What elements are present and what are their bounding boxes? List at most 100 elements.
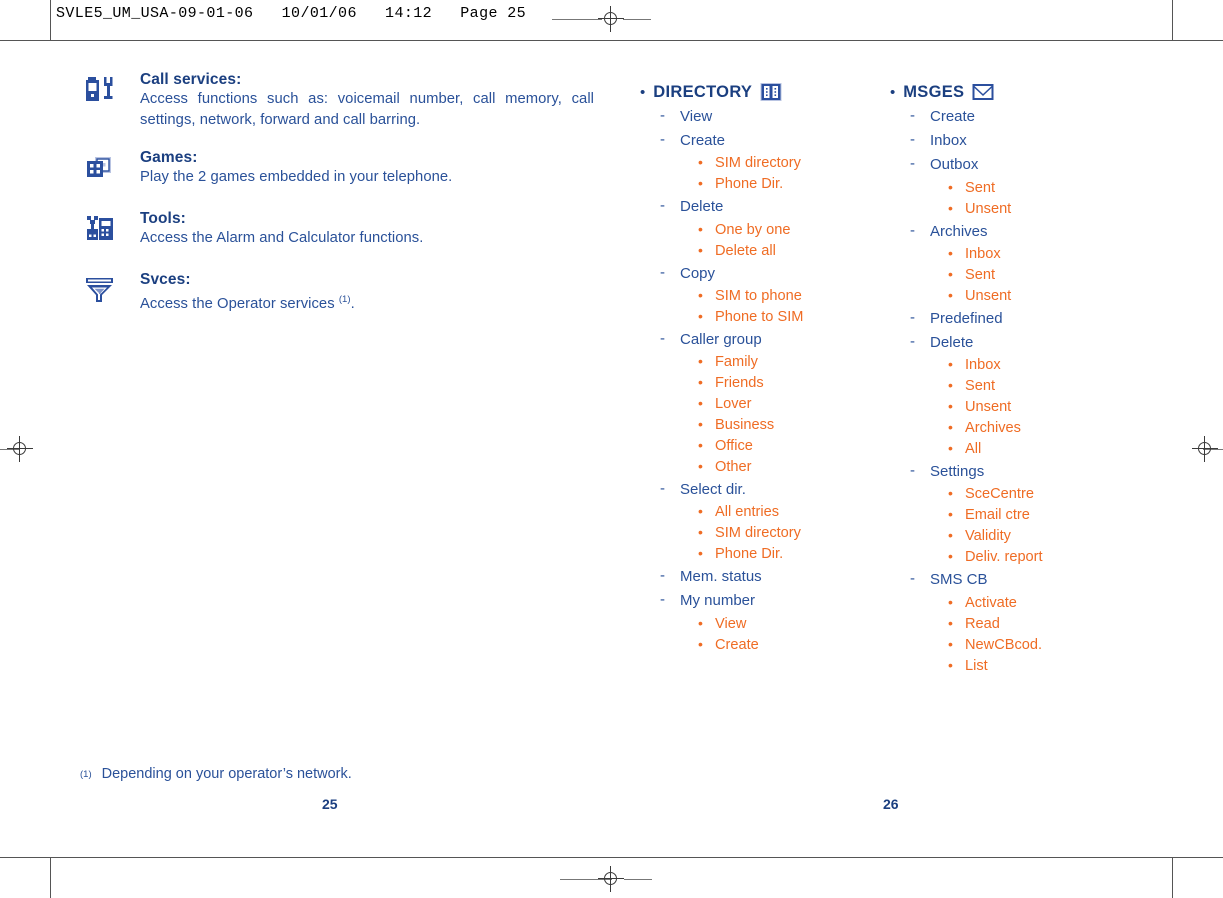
envelope-icon [971, 82, 995, 102]
dot-bullet-icon: • [948, 614, 953, 631]
menu-item-level3[interactable]: • NewCBcod. [948, 635, 1150, 656]
menu-item-label: Deliv. report [965, 549, 1043, 566]
menu-item-label: Sent [965, 266, 996, 283]
menu-item-level3[interactable]: • Friends [698, 373, 890, 394]
dot-bullet-icon: • [698, 614, 703, 631]
dot-bullet-icon: • [698, 416, 703, 433]
menu-item-level2[interactable]: - View [660, 105, 890, 129]
feature-body: Access the Alarm and Calculator function… [140, 230, 424, 246]
menu-item-label: List [965, 657, 988, 674]
menu-item-level3[interactable]: • Other [698, 457, 890, 478]
menu-item-level3[interactable]: • Delete all [698, 241, 890, 262]
menu-item-level2[interactable]: - Create • SIM directory • Phone Dir. [660, 129, 890, 195]
menu-item-level3[interactable]: • List [948, 656, 1150, 677]
dash-bullet-icon: - [660, 567, 665, 585]
menu-item-level3[interactable]: • SIM directory [698, 153, 890, 174]
menu-item-level3[interactable]: • Phone Dir. [698, 544, 890, 565]
menu-item-level3[interactable]: • Sent [948, 376, 1150, 397]
crop-rule-bottom-right [624, 879, 652, 880]
menu-item-label: Other [715, 459, 752, 476]
menu-item-level2[interactable]: - Archives • Inbox • Sent • Unsent [910, 220, 1150, 307]
menu-item-label: View [715, 615, 747, 632]
directory-menu-list: - View - Create • SIM directory • Phone Dir. - De… [640, 105, 890, 656]
menu-item-level2[interactable]: - Mem. status [660, 565, 890, 589]
submenu-list: • View • Create [680, 614, 890, 656]
menu-item-level3[interactable]: • Family [698, 352, 890, 373]
phone-tools-icon [84, 74, 118, 108]
menu-item-level3[interactable]: • Unsent [948, 397, 1150, 418]
menu-item-label: SceCentre [965, 486, 1034, 503]
menu-item-label: Office [715, 438, 753, 455]
dot-bullet-icon: • [948, 548, 953, 565]
dot-bullet-icon: • [948, 199, 953, 216]
menu-item-level2[interactable]: - My number • View • Create [660, 589, 890, 655]
trim-line-bottom [0, 857, 1223, 858]
menu-item-level2[interactable]: - Delete • One by one • Delete all [660, 195, 890, 261]
menu-item-level3[interactable]: • View [698, 614, 890, 635]
menu-item-level3[interactable]: • Deliv. report [948, 547, 1150, 568]
menu-item-level3[interactable]: • Create [698, 635, 890, 656]
menu-item-level3[interactable]: • SIM directory [698, 523, 890, 544]
menu-item-level3[interactable]: • One by one [698, 220, 890, 241]
menu-item-level2[interactable]: - Inbox [910, 129, 1150, 153]
menu-item-label: Delete [930, 334, 974, 352]
menu-item-level3[interactable]: • Unsent [948, 199, 1150, 220]
menu-item-level3[interactable]: • Sent [948, 178, 1150, 199]
menu-item-level2[interactable]: - Select dir. • All entries • SIM directory • P… [660, 478, 890, 565]
menu-item-label: Business [715, 417, 775, 434]
dot-bullet-icon: • [948, 398, 953, 415]
menu-item-level3[interactable]: • Activate [948, 593, 1150, 614]
dash-bullet-icon: - [660, 197, 665, 215]
dot-bullet-icon: • [948, 485, 953, 502]
feature-body: Access the Operator services (1). [140, 289, 594, 315]
dot-bullet-icon: • [698, 154, 703, 171]
menu-item-level3[interactable]: • Phone Dir. [698, 174, 890, 195]
menu-item-level2[interactable]: - Settings • SceCentre • Email ctre • Validity •… [910, 460, 1150, 568]
menu-item-level3[interactable]: • Email ctre [948, 505, 1150, 526]
dot-bullet-icon: • [698, 307, 703, 324]
menu-item-level2[interactable]: - Delete • Inbox • Sent • Unsent • Archives • All [910, 331, 1150, 460]
menu-item-level3[interactable]: • Read [948, 614, 1150, 635]
submenu-list: • One by one • Delete all [680, 220, 890, 262]
menu-item-level3[interactable]: • Sent [948, 265, 1150, 286]
registration-mark-right [1192, 436, 1218, 462]
dash-bullet-icon: - [910, 308, 915, 326]
menu-item-level3[interactable]: • Inbox [948, 244, 1150, 265]
footnote-reference: (1) [338, 294, 351, 305]
menu-item-level2[interactable]: - Caller group • Family • Friends • Lover • Busin… [660, 328, 890, 478]
menu-item-level3[interactable]: • Lover [698, 394, 890, 415]
feature-svces: Svces: Access the Operator services (1). [84, 270, 594, 315]
menu-item-level3[interactable]: • Archives [948, 418, 1150, 439]
menu-item-level3[interactable]: • All [948, 439, 1150, 460]
menu-item-level2[interactable]: - Predefined [910, 307, 1150, 331]
crop-rule-top-right [623, 19, 651, 20]
footnote-marker: (1) [80, 769, 92, 780]
menu-item-level3[interactable]: • Inbox [948, 355, 1150, 376]
menu-item-level2[interactable]: - Create [910, 105, 1150, 129]
menu-item-level3[interactable]: • SceCentre [948, 484, 1150, 505]
feature-tools: Tools: Access the Alarm and Calculator f… [84, 209, 594, 253]
menu-item-level2[interactable]: - Copy • SIM to phone • Phone to SIM [660, 262, 890, 328]
menu-item-level3[interactable]: • Office [698, 436, 890, 457]
menu-item-level3[interactable]: • Phone to SIM [698, 307, 890, 328]
menu-item-level3[interactable]: • Business [698, 415, 890, 436]
submenu-list: • SIM to phone • Phone to SIM [680, 286, 890, 328]
menu-item-level2[interactable]: - Outbox • Sent • Unsent [910, 153, 1150, 219]
dot-bullet-icon: • [948, 286, 953, 303]
menu-item-level3[interactable]: • All entries [698, 502, 890, 523]
menu-item-level3[interactable]: • Validity [948, 526, 1150, 547]
menu-item-label: Phone to SIM [715, 308, 804, 325]
messages-menu-column: • MSGES - Create - Inbox - Outbox • Sent • Unsent… [890, 82, 1150, 677]
menu-item-label: Copy [680, 264, 716, 282]
menu-item-level3[interactable]: • Unsent [948, 286, 1150, 307]
submenu-list: • SceCentre • Email ctre • Validity • Deliv. re… [930, 484, 1150, 568]
menu-item-level2[interactable]: - SMS CB • Activate • Read • NewCBcod. • List [910, 568, 1150, 676]
menu-item-label: Create [715, 636, 759, 653]
dot-bullet-icon: • [698, 286, 703, 303]
submenu-list: • SIM directory • Phone Dir. [680, 153, 890, 195]
menu-item-label: Unsent [965, 287, 1012, 304]
menu-item-level3[interactable]: • SIM to phone [698, 286, 890, 307]
dot-bullet-icon: • [948, 244, 953, 261]
feature-games: Games: Play the 2 games embedded in your… [84, 148, 594, 192]
submenu-list: • Inbox • Sent • Unsent • Archives • All [930, 355, 1150, 460]
